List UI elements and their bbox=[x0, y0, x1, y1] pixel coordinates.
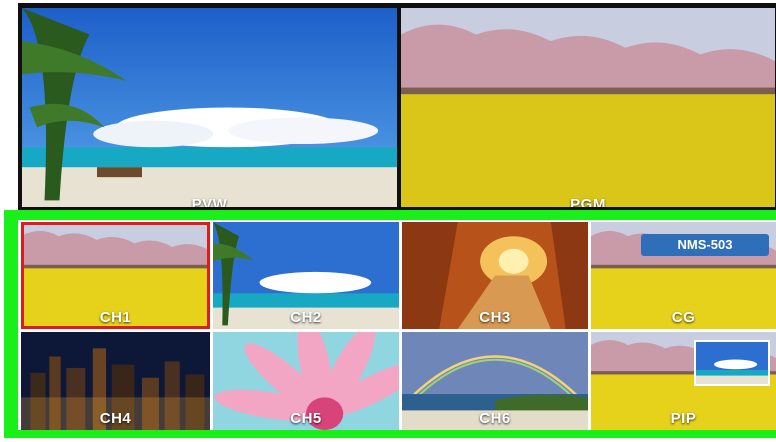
channel-tile-ch2[interactable]: CH2 bbox=[213, 222, 399, 329]
channel-tile-pip[interactable]: PIP bbox=[591, 332, 776, 430]
channel-label: CH5 bbox=[290, 410, 322, 427]
beach-image bbox=[22, 8, 397, 207]
channel-label: CH1 bbox=[99, 309, 132, 326]
beach-image bbox=[696, 342, 768, 384]
channel-tile-ch4[interactable]: CH4 bbox=[21, 332, 210, 430]
program-label: PGM bbox=[570, 196, 606, 207]
channel-tile-cg[interactable]: NMS-503 CG bbox=[591, 222, 776, 329]
channel-tile-ch3[interactable]: CH3 bbox=[402, 222, 588, 329]
channel-label: CH3 bbox=[479, 309, 511, 326]
field-image bbox=[401, 8, 775, 207]
pip-inset bbox=[694, 340, 770, 386]
preview-monitor[interactable]: PVW bbox=[22, 8, 397, 207]
channel-tile-ch5[interactable]: CH5 bbox=[213, 332, 399, 430]
preview-label: PVW bbox=[191, 196, 228, 207]
channel-label: CH4 bbox=[99, 410, 132, 427]
channel-label: CH6 bbox=[479, 410, 511, 427]
channel-grid: CH1 CH2 CH3 NMS-503 CG CH4 CH5 CH6 PIP bbox=[18, 220, 776, 430]
channel-label: CH2 bbox=[290, 309, 322, 326]
cg-title-badge: NMS-503 bbox=[641, 234, 769, 256]
channel-label: CG bbox=[671, 309, 696, 326]
channel-tile-ch6[interactable]: CH6 bbox=[402, 332, 588, 430]
field-image bbox=[21, 222, 210, 329]
channel-label: PIP bbox=[670, 410, 697, 427]
program-monitor[interactable]: PGM bbox=[401, 8, 775, 207]
channel-tile-ch1[interactable]: CH1 bbox=[21, 222, 210, 329]
